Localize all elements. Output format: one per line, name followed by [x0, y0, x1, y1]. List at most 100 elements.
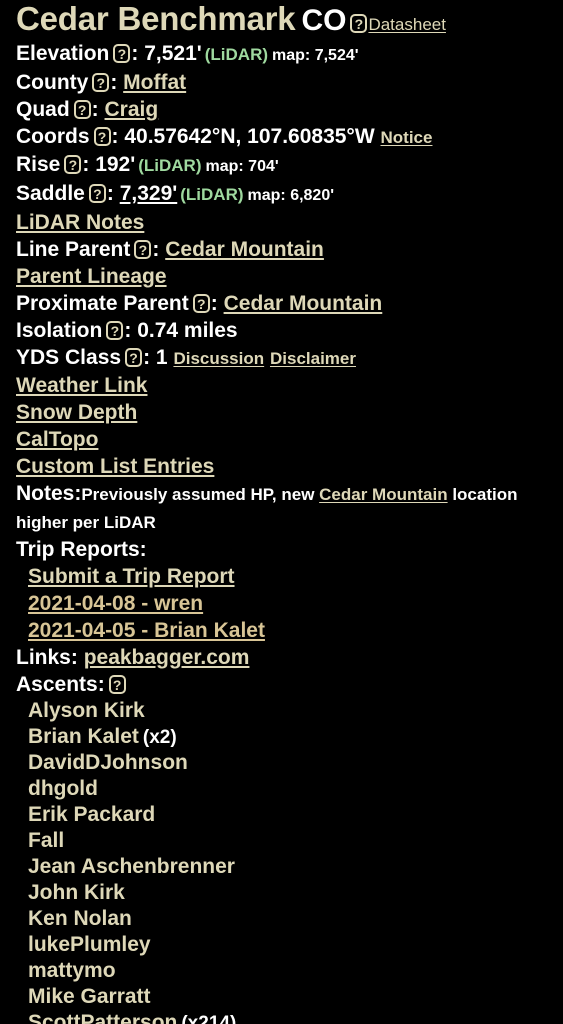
ascents-list: Alyson Kirk Brian Kalet (x2) DavidDJohnso… [16, 698, 557, 1024]
help-icon-quad[interactable] [73, 99, 91, 119]
ascent-name: Ken Nolan [28, 906, 132, 930]
coords-label: Coords [16, 124, 90, 148]
notes-label: Notes: [16, 481, 82, 505]
links-label: Links: [16, 645, 78, 669]
isolation-separator: : [124, 318, 132, 342]
proximate-parent-label: Proximate Parent [16, 291, 189, 315]
line-parent-link[interactable]: Cedar Mountain [165, 238, 324, 261]
rise-value: 192' [95, 152, 136, 176]
discussion-link[interactable]: Discussion [173, 349, 264, 368]
field-elevation: Elevation: 7,521'(LiDAR)map: 7,524' [16, 40, 557, 69]
saddle-label: Saddle [16, 181, 85, 205]
isolation-value: 0.74 miles [137, 318, 238, 342]
trip-reports-label: Trip Reports: [16, 536, 557, 563]
ascent-row[interactable]: Erik Packard [28, 802, 557, 828]
elevation-value: 7,521' [144, 41, 202, 65]
yds-class-value: 1 [155, 345, 168, 369]
field-isolation: Isolation: 0.74 miles [16, 317, 557, 344]
custom-list-entries-link[interactable]: Custom List Entries [16, 453, 214, 480]
field-county: County: Moffat [16, 69, 557, 96]
ascent-name: John Kirk [28, 880, 125, 904]
ascent-count: (x2) [142, 726, 177, 748]
notes-section: Notes:Previously assumed HP, new Cedar M… [16, 480, 557, 536]
help-icon-ascents[interactable] [108, 674, 126, 694]
ascents-header: Ascents: [16, 671, 557, 698]
ascent-name: ScottPatterson [28, 1010, 178, 1024]
peak-state: CO [301, 4, 347, 37]
disclaimer-link[interactable]: Disclaimer [270, 349, 356, 368]
line-parent-label: Line Parent [16, 237, 131, 261]
saddle-separator: : [106, 181, 114, 205]
saddle-value-link[interactable]: 7,329' [120, 182, 178, 205]
field-coords: Coords: 40.57642°N, 107.60835°W Notice [16, 123, 557, 151]
help-icon-saddle[interactable] [88, 183, 106, 203]
ascent-row[interactable]: dhgold [28, 776, 557, 802]
line-parent-separator: : [152, 237, 160, 261]
lidar-notes-link[interactable]: LiDAR Notes [16, 209, 144, 236]
ascent-row[interactable]: Alyson Kirk [28, 698, 557, 724]
help-icon-title[interactable] [350, 14, 368, 33]
peak-detail-page: Cedar BenchmarkCO Datasheet Elevation: 7,… [0, 0, 563, 1024]
help-icon-isolation[interactable] [106, 320, 124, 340]
coords-separator: : [111, 124, 119, 148]
links-section: Links: peakbagger.com [16, 644, 557, 671]
parent-lineage-link[interactable]: Parent Lineage [16, 263, 167, 290]
ascent-row[interactable]: Fall [28, 828, 557, 854]
ascent-name: mattymo [28, 958, 116, 982]
trip-reports-list: Submit a Trip Report 2021-04-08 - wren 2… [16, 563, 557, 644]
ascent-row[interactable]: ScottPatterson (x214) [28, 1010, 557, 1024]
county-label: County [16, 70, 89, 94]
ascent-row[interactable]: Mike Garratt [28, 984, 557, 1010]
help-icon-coords[interactable] [93, 126, 111, 146]
county-separator: : [110, 70, 118, 94]
field-rise: Rise: 192'(LiDAR)map: 704' [16, 151, 557, 180]
ascent-row[interactable]: Brian Kalet (x2) [28, 724, 557, 750]
help-icon-yds-class[interactable] [125, 347, 143, 367]
isolation-label: Isolation [16, 318, 103, 342]
quad-link[interactable]: Craig [105, 98, 159, 121]
ascent-row[interactable]: lukePlumley [28, 932, 557, 958]
submit-trip-report-link[interactable]: Submit a Trip Report [28, 563, 235, 590]
page-title: Cedar BenchmarkCO Datasheet [16, 1, 557, 37]
caltopo-link[interactable]: CalTopo [16, 426, 98, 453]
field-line-parent: Line Parent: Cedar Mountain [16, 236, 557, 263]
help-icon-proximate-parent[interactable] [192, 293, 210, 313]
help-icon-county[interactable] [92, 72, 110, 92]
ascent-row[interactable]: Jean Aschenbrenner [28, 854, 557, 880]
datasheet-link[interactable]: Datasheet [368, 15, 446, 34]
rise-separator: : [82, 152, 90, 176]
ascent-name: Alyson Kirk [28, 698, 145, 722]
yds-class-label: YDS Class [16, 345, 122, 369]
ascent-name: Erik Packard [28, 802, 156, 826]
ascent-name: Jean Aschenbrenner [28, 854, 235, 878]
ascent-name: DavidDJohnson [28, 750, 188, 774]
weather-link[interactable]: Weather Link [16, 372, 147, 399]
proximate-parent-link[interactable]: Cedar Mountain [224, 292, 383, 315]
elevation-separator: : [131, 41, 139, 65]
field-saddle: Saddle: 7,329'(LiDAR)map: 6,820' [16, 180, 557, 209]
ascent-name: Brian Kalet [28, 724, 139, 748]
peakbagger-link[interactable]: peakbagger.com [84, 646, 250, 669]
trip-report-item[interactable]: 2021-04-05 - Brian Kalet [28, 617, 265, 644]
help-icon-elevation[interactable] [113, 43, 131, 63]
proximate-parent-separator: : [210, 291, 218, 315]
ascent-row[interactable]: John Kirk [28, 880, 557, 906]
help-icon-rise[interactable] [64, 154, 82, 174]
help-icon-line-parent[interactable] [134, 239, 152, 259]
snow-depth-link[interactable]: Snow Depth [16, 399, 137, 426]
rise-label: Rise [16, 152, 61, 176]
coords-value: 40.57642°N, 107.60835°W [124, 124, 375, 148]
ascent-row[interactable]: mattymo [28, 958, 557, 984]
ascent-name: lukePlumley [28, 932, 151, 956]
notes-cedar-mountain-link[interactable]: Cedar Mountain [319, 485, 447, 504]
trip-report-item[interactable]: 2021-04-08 - wren [28, 590, 203, 617]
ascent-name: dhgold [28, 776, 98, 800]
notice-link[interactable]: Notice [381, 128, 433, 147]
ascent-row[interactable]: DavidDJohnson [28, 750, 557, 776]
ascent-row[interactable]: Ken Nolan [28, 906, 557, 932]
saddle-map-note: map: 6,820' [247, 186, 335, 204]
county-link[interactable]: Moffat [123, 71, 186, 94]
elevation-label: Elevation [16, 41, 110, 65]
elevation-map-note: map: 7,524' [272, 46, 359, 64]
quad-label: Quad [16, 97, 70, 121]
